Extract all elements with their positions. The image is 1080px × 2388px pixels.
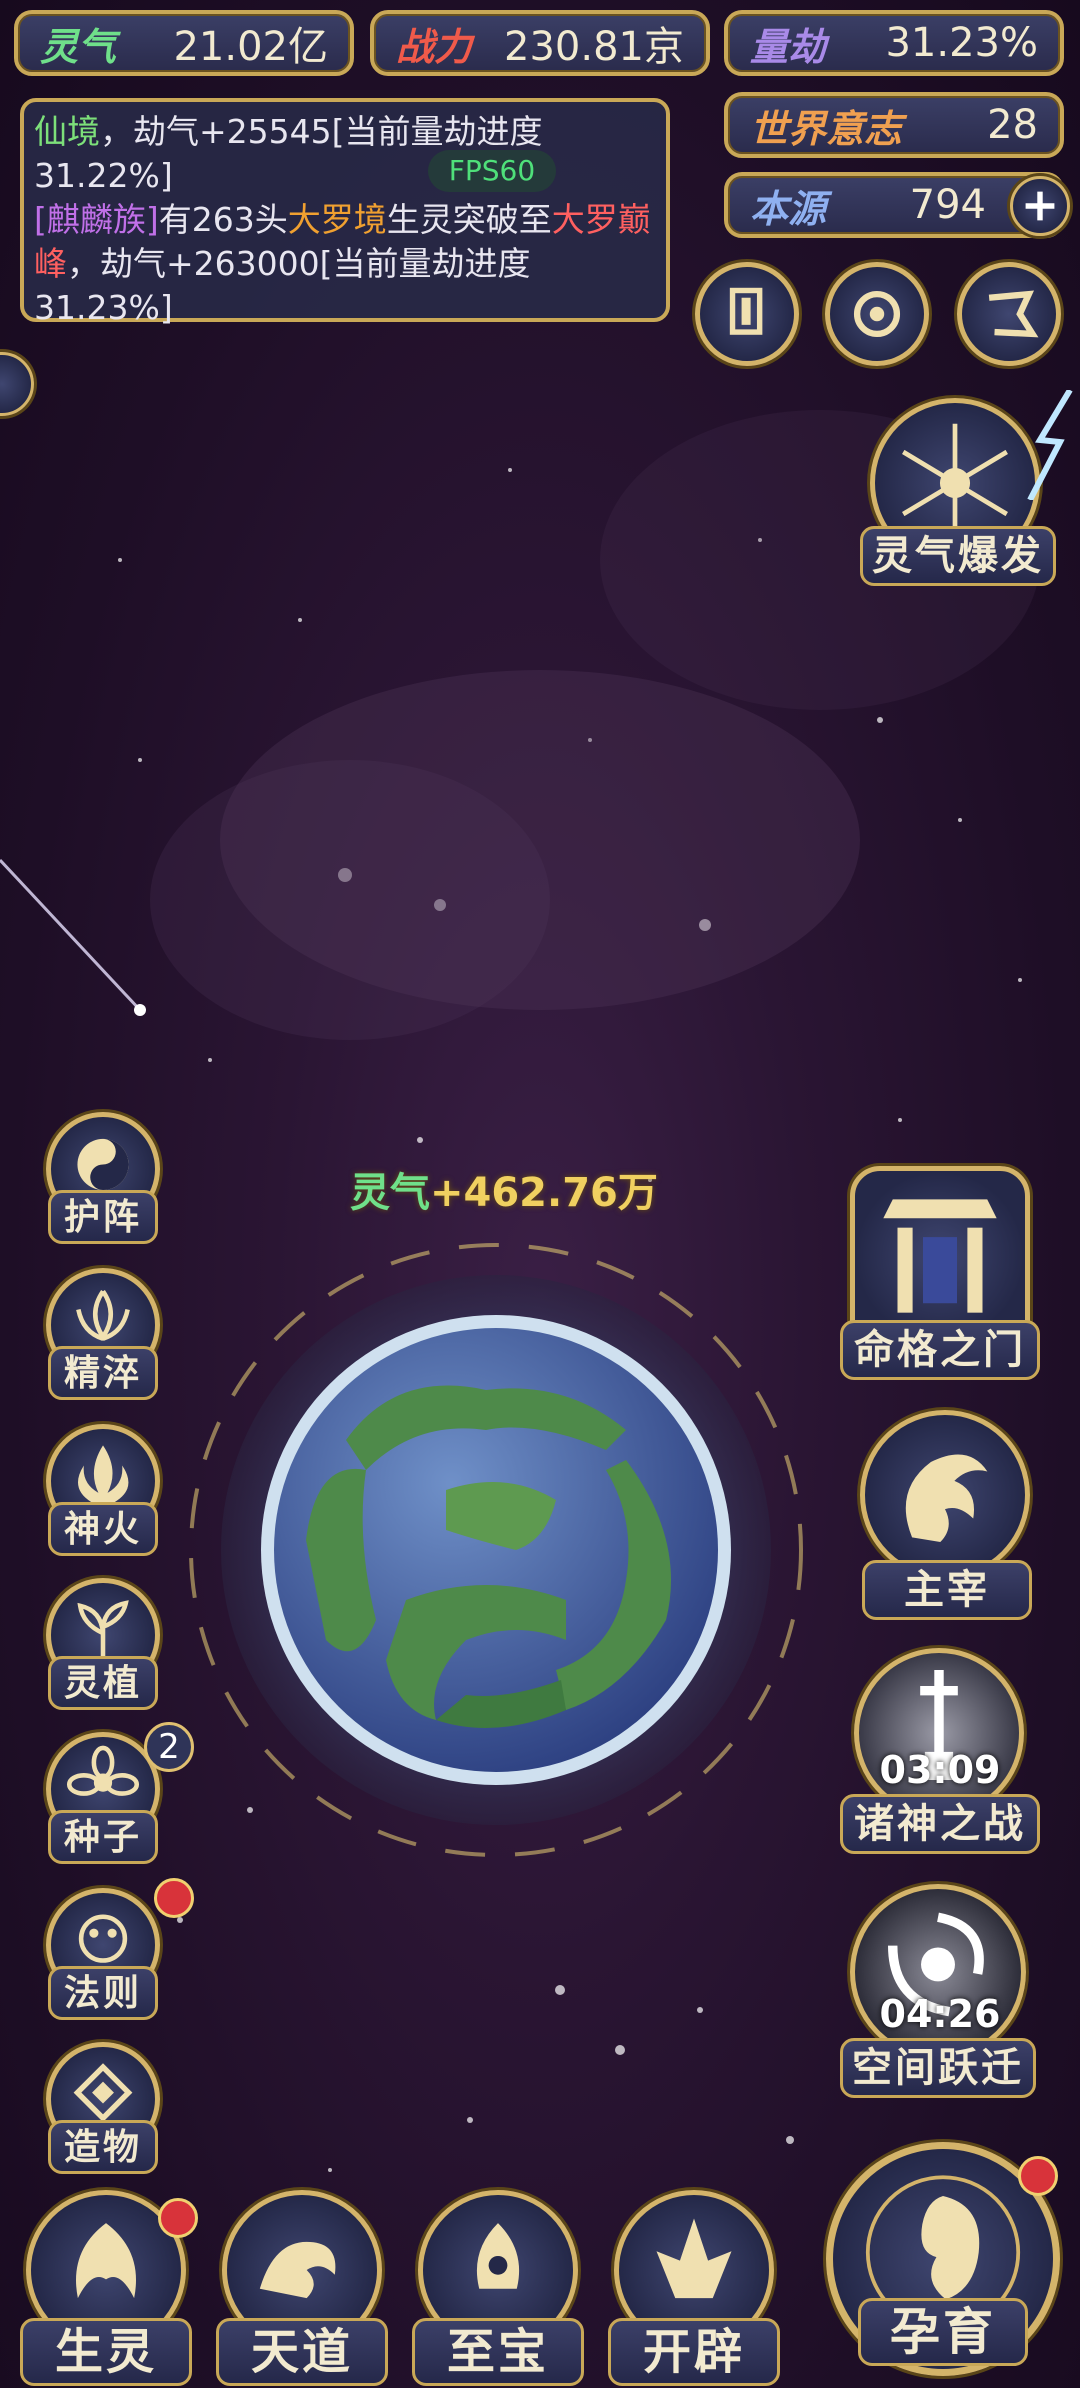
fa-ze-label: 法则 — [48, 1966, 158, 2020]
zhushen-battle-button[interactable]: 03:09 诸神之战 — [840, 1648, 1040, 1858]
event-log: 仙境，劫气+25545[当前量劫进度31.22%] [麒麟族]有263头大罗境生… — [20, 98, 670, 327]
planet-world[interactable] — [186, 1240, 806, 1860]
jing-cui-label: 精淬 — [48, 1346, 158, 1400]
mingge-label: 命格之门 — [840, 1320, 1040, 1380]
kongjian-jump-button[interactable]: 04:26 空间跃迁 — [836, 1884, 1036, 2104]
zao-wu-label: 造物 — [48, 2120, 158, 2174]
log-realm-2: 大罗境 — [287, 200, 387, 239]
notification-dot — [1018, 2156, 1058, 2196]
yunyu-button[interactable]: 孕育 — [818, 2134, 1068, 2384]
gain-value: +462.76万 — [430, 1170, 658, 1216]
kongjian-timer: 04:26 — [879, 1992, 1001, 2036]
zhanli-value: 230.81京 — [504, 24, 684, 70]
burst-label: 灵气爆发 — [860, 526, 1056, 586]
scroll-button[interactable] — [957, 262, 1061, 366]
cards-icon — [729, 287, 763, 335]
shen-huo-label: 神火 — [48, 1502, 158, 1556]
portal-button[interactable] — [825, 262, 929, 366]
notification-dot — [158, 2198, 198, 2238]
hu-zhen-label: 护阵 — [48, 1190, 158, 1244]
seed-count-badge: 2 — [144, 1722, 194, 1772]
bottom-button-tian-dao[interactable]: 天道 — [210, 2190, 394, 2388]
bottom-button-zhi-bao[interactable]: 至宝 — [406, 2190, 590, 2388]
liangjie-value: 31.23% — [885, 20, 1038, 66]
left-button-hu-zhen[interactable]: 护阵 — [40, 1112, 166, 1252]
zhushen-timer: 03:09 — [879, 1748, 1001, 1792]
liangjie-stat: 量劫 31.23% — [724, 10, 1064, 76]
log-mid: 有263头 — [158, 200, 288, 239]
bottom-button-kai-pi[interactable]: 开辟 — [602, 2190, 786, 2388]
tian-dao-label: 天道 — [216, 2318, 388, 2386]
kongjian-label: 空间跃迁 — [840, 2038, 1036, 2098]
log-race: [麒麟族] — [34, 200, 159, 239]
benyuan-value: 794 — [909, 182, 986, 228]
liangjie-label: 量劫 — [750, 23, 827, 69]
notification-dot — [154, 1878, 194, 1918]
zhanli-stat: 战力 230.81京 — [370, 10, 710, 76]
portal-icon — [853, 290, 901, 338]
gain-label: 灵气 — [350, 1170, 430, 1216]
zhuzai-label: 主宰 — [862, 1560, 1032, 1620]
log-mid-2: 生灵突破至 — [386, 200, 552, 239]
left-button-zhong-zi[interactable]: 种子 2 — [40, 1722, 194, 1872]
plus-icon — [1025, 191, 1055, 221]
add-benyuan-button[interactable] — [1010, 176, 1070, 236]
cards-button[interactable] — [695, 262, 799, 366]
sheng-ling-label: 生灵 — [20, 2318, 192, 2386]
kai-pi-label: 开辟 — [608, 2318, 780, 2386]
left-button-ling-zhi[interactable]: 灵植 — [40, 1578, 166, 1718]
zhanli-label: 战力 — [396, 23, 473, 69]
shijie-label: 世界意志 — [750, 105, 903, 151]
scroll-icon — [988, 290, 1039, 338]
sword-icon — [854, 1648, 1024, 1818]
shijie-value: 28 — [987, 102, 1038, 148]
yunyu-label: 孕育 — [858, 2298, 1028, 2366]
ling-zhi-label: 灵植 — [48, 1656, 158, 1710]
lingqi-value: 21.02亿 — [173, 24, 328, 70]
dragon-icon — [860, 1410, 1030, 1580]
zhuzai-button[interactable]: 主宰 — [850, 1410, 1050, 1620]
gain-popup: 灵气+462.76万 — [350, 1160, 658, 1218]
fps-counter: FPS60 — [428, 150, 556, 192]
zhi-bao-label: 至宝 — [412, 2318, 584, 2386]
log-realm-1: 仙境 — [34, 112, 100, 151]
zhong-zi-label: 种子 — [48, 1810, 158, 1864]
left-button-fa-ze[interactable]: 法则 — [40, 1878, 194, 2028]
bottom-button-sheng-ling[interactable]: 生灵 — [14, 2190, 198, 2388]
log-end: ，劫气+263000[当前量劫进度31.23%] — [34, 244, 531, 327]
lingqi-label: 灵气 — [40, 23, 117, 69]
mingge-gate-button[interactable]: 命格之门 — [840, 1160, 1040, 1380]
gate-icon — [850, 1166, 1030, 1346]
left-button-zao-wu[interactable]: 造物 — [40, 2042, 166, 2182]
benyuan-label: 本源 — [750, 185, 827, 231]
left-button-jing-cui[interactable]: 精淬 — [40, 1268, 166, 1408]
zhushen-label: 诸神之战 — [840, 1794, 1040, 1854]
shijie-stat: 世界意志 28 — [724, 92, 1064, 158]
left-button-shen-huo[interactable]: 神火 — [40, 1424, 166, 1564]
lingqi-stat: 灵气 21.02亿 — [14, 10, 354, 76]
lightning-icon — [1027, 390, 1073, 500]
